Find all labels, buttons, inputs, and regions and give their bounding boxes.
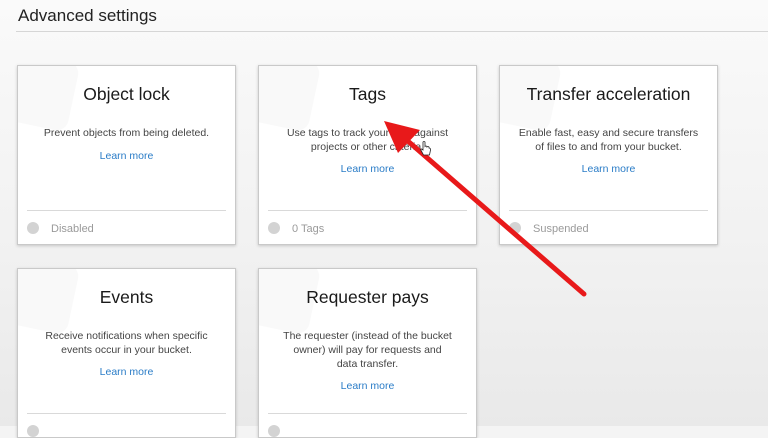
card-description: Enable fast, easy and secure transfers o…: [518, 127, 699, 153]
card-tags[interactable]: Tags Use tags to track your cost against…: [258, 65, 477, 245]
card-transfer-acceleration[interactable]: Transfer acceleration Enable fast, easy …: [499, 65, 718, 245]
learn-more-link[interactable]: Learn more: [259, 380, 476, 392]
card-title: Tags: [349, 84, 386, 104]
status-dot-icon: [268, 425, 280, 437]
hand-pointer-icon: [420, 141, 431, 156]
card-title: Events: [99, 287, 154, 307]
card-events[interactable]: Events Receive notifications when specif…: [17, 268, 236, 438]
learn-more-link[interactable]: Learn more: [259, 163, 476, 175]
card-description: Prevent objects from being deleted.: [43, 127, 210, 139]
learn-more-link[interactable]: Learn more: [18, 150, 235, 162]
status-text: 0 Tags: [292, 223, 325, 235]
card-requester-pays[interactable]: Requester pays The requester (instead of…: [258, 268, 477, 438]
card-title: Requester pays: [306, 287, 429, 307]
section-divider: [16, 31, 768, 32]
learn-more-link[interactable]: Learn more: [18, 366, 235, 378]
card-divider: [268, 413, 467, 414]
card-object-lock[interactable]: Object lock Prevent objects from being d…: [17, 65, 236, 245]
status-dot-icon: [27, 425, 39, 437]
status-dot-icon: [268, 222, 280, 234]
card-description: The requester (instead of the bucket own…: [283, 330, 452, 370]
status-text: Disabled: [51, 223, 94, 235]
card-title: Object lock: [83, 84, 170, 104]
card-divider: [27, 413, 226, 414]
status-dot-icon: [27, 222, 39, 234]
card-title: Transfer acceleration: [526, 84, 691, 104]
status-text: Suspended: [533, 223, 589, 235]
card-divider: [268, 210, 467, 211]
card-divider: [509, 210, 708, 211]
card-description: Receive notifications when specific even…: [45, 330, 208, 356]
status-dot-icon: [509, 222, 521, 234]
learn-more-link[interactable]: Learn more: [500, 163, 717, 175]
card-divider: [27, 210, 226, 211]
section-title: Advanced settings: [18, 6, 157, 25]
